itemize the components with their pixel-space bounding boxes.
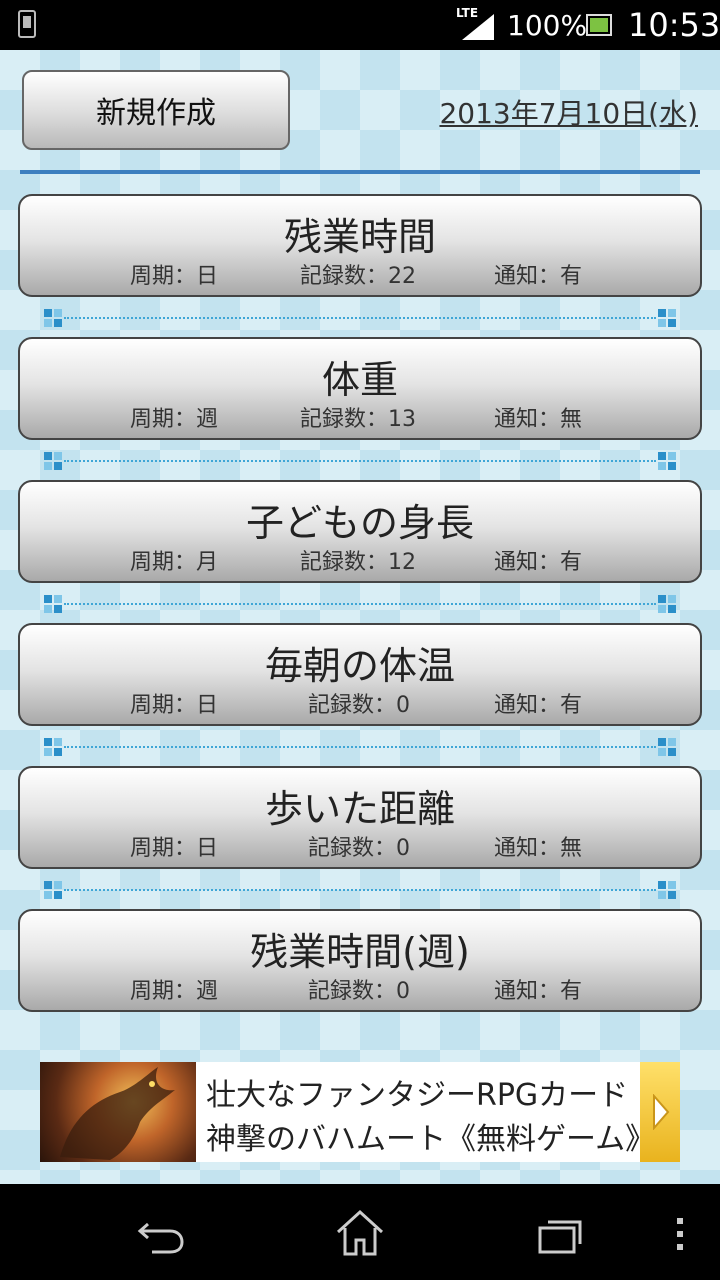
item-cycle: 周期：日 [130,836,219,861]
item-title: 歩いた距離 [264,787,455,831]
separator-ornament-icon [44,595,62,613]
item-cycle: 周期：日 [130,264,219,289]
item-record-count: 記録数：0 [308,836,410,861]
item-notification: 通知：無 [494,836,583,861]
clock: 10:53 [628,6,720,44]
item-record-count: 記録数：12 [300,550,416,575]
item-cycle: 周期：月 [130,550,219,575]
separator-ornament-icon [44,881,62,899]
item-title: 残業時間(週) [250,930,470,974]
list-item-2[interactable]: 子どもの身長 周期：月 記録数：12 通知：有 [18,480,702,583]
separator-ornament-icon [658,738,676,756]
item-record-count: 記録数：22 [300,264,416,289]
list-item-5[interactable]: 残業時間(週) 周期：週 記録数：0 通知：有 [18,909,702,1012]
item-record-count: 記録数：13 [300,407,416,432]
main-content: 新規作成 2013年7月10日(水) 残業時間 周期：日 記録数：22 通知：有… [0,50,720,1184]
item-separator [44,451,676,471]
item-title: 毎朝の体温 [264,644,455,688]
chevron-right-icon[interactable] [640,1062,680,1162]
menu-icon[interactable] [650,1204,710,1260]
item-title: 残業時間 [283,215,436,259]
item-cycle: 周期：週 [130,979,219,1004]
item-record-count: 記録数：0 [308,979,410,1004]
signal-icon [462,14,494,40]
list-item-0[interactable]: 残業時間 周期：日 記録数：22 通知：有 [18,194,702,297]
item-title: 体重 [321,358,398,402]
separator-ornament-icon [658,309,676,327]
separator-ornament-icon [44,738,62,756]
navigation-bar [0,1184,720,1280]
separator-ornament-icon [658,881,676,899]
battery-icon [586,14,612,36]
back-icon[interactable] [130,1204,190,1260]
ad-dragon-image [40,1062,196,1162]
header-divider [20,170,700,174]
ad-text-line2: 神撃のバハムート《無料ゲーム》 [206,1122,656,1157]
ad-banner[interactable]: 壮大なファンタジーRPGカード 神撃のバハムート《無料ゲーム》 [40,1062,680,1162]
item-notification: 通知：有 [494,979,583,1004]
item-separator [44,308,676,328]
item-notification: 通知：有 [494,264,583,289]
item-separator [44,880,676,900]
recent-apps-icon[interactable] [530,1204,590,1260]
item-notification: 通知：無 [494,407,583,432]
separator-ornament-icon [44,452,62,470]
new-create-button[interactable]: 新規作成 [22,70,290,150]
separator-ornament-icon [44,309,62,327]
item-notification: 通知：有 [494,693,583,718]
separator-ornament-icon [658,595,676,613]
ad-text-line1: 壮大なファンタジーRPGカード [206,1078,629,1113]
status-bar: LTE 100% 10:53 [0,0,720,50]
item-cycle: 周期：週 [130,407,219,432]
separator-ornament-icon [658,452,676,470]
item-cycle: 周期：日 [130,693,219,718]
list-item-4[interactable]: 歩いた距離 周期：日 記録数：0 通知：無 [18,766,702,869]
item-record-count: 記録数：0 [308,693,410,718]
item-title: 子どもの身長 [245,501,474,545]
home-icon[interactable] [330,1204,390,1260]
phone-icon [18,10,36,38]
item-notification: 通知：有 [494,550,583,575]
list-item-1[interactable]: 体重 周期：週 記録数：13 通知：無 [18,337,702,440]
battery-percent: 100% [507,9,588,42]
list-item-3[interactable]: 毎朝の体温 周期：日 記録数：0 通知：有 [18,623,702,726]
item-separator [44,737,676,757]
current-date: 2013年7月10日(水) [439,97,698,130]
item-separator [44,594,676,614]
